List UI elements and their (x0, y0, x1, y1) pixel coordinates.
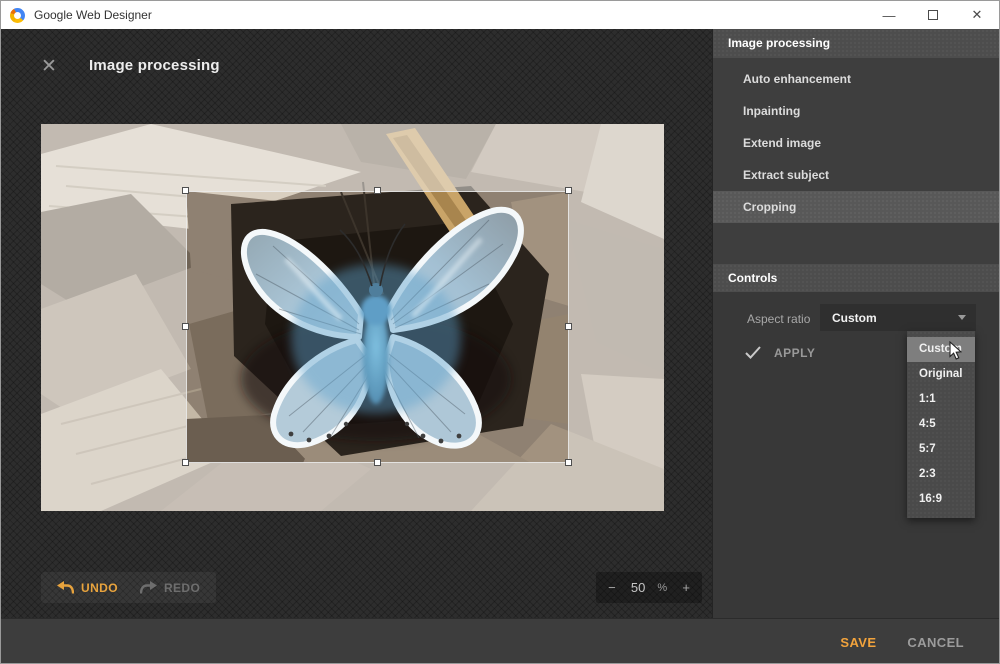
sidebar-item-extract-subject[interactable]: Extract subject (713, 159, 1000, 191)
app-logo-icon (10, 8, 25, 23)
editor-canvas: ✕ Image processing (1, 29, 712, 618)
dropdown-option-custom[interactable]: Custom (907, 337, 975, 362)
footer-bar: SAVE CANCEL (1, 618, 999, 664)
crop-handle-w[interactable] (182, 323, 189, 330)
minimize-icon[interactable]: — (867, 1, 911, 29)
zoom-out-button[interactable]: − (605, 580, 619, 595)
crop-handle-ne[interactable] (565, 187, 572, 194)
maximize-icon[interactable] (911, 1, 955, 29)
undo-label: UNDO (81, 581, 118, 595)
dropdown-option-16-9[interactable]: 16:9 (907, 487, 975, 512)
cancel-button[interactable]: CANCEL (907, 635, 964, 650)
crop-handle-se[interactable] (565, 459, 572, 466)
zoom-in-button[interactable]: + (679, 580, 693, 595)
undo-arrow-icon (57, 581, 74, 594)
aspect-ratio-value: Custom (832, 311, 958, 325)
sidebar-item-auto-enhancement[interactable]: Auto enhancement (713, 63, 1000, 95)
dropdown-option-5-7[interactable]: 5:7 (907, 437, 975, 462)
zoom-value: 50 (631, 580, 645, 595)
check-icon (745, 346, 761, 359)
dropdown-option-4-5[interactable]: 4:5 (907, 412, 975, 437)
crop-handle-e[interactable] (565, 323, 572, 330)
crop-overlay-left (41, 191, 186, 463)
redo-label: REDO (164, 581, 200, 595)
crop-overlay-bottom (41, 463, 664, 511)
title-bar: Google Web Designer — ✕ (1, 1, 999, 29)
zoom-control: − 50 % + (596, 572, 702, 603)
redo-arrow-icon (140, 581, 157, 594)
aspect-ratio-label: Aspect ratio (747, 306, 810, 333)
window-controls: — ✕ (867, 1, 999, 29)
window-title: Google Web Designer (34, 8, 152, 22)
photo-butterfly (41, 124, 664, 511)
panel-title: Image processing (89, 57, 220, 74)
chevron-down-icon (958, 315, 966, 320)
apply-label: APPLY (774, 346, 815, 360)
redo-button[interactable]: REDO (140, 581, 200, 595)
crop-handle-nw[interactable] (182, 187, 189, 194)
undo-button[interactable]: UNDO (57, 581, 118, 595)
controls-header: Controls (713, 264, 1000, 293)
sidebar-header: Image processing (713, 29, 1000, 58)
dropdown-option-1-1[interactable]: 1:1 (907, 387, 975, 412)
panel-close-icon[interactable]: ✕ (37, 55, 61, 79)
crop-rect[interactable] (186, 191, 569, 463)
undo-redo-bar: UNDO REDO (41, 572, 216, 603)
sidebar-item-extend-image[interactable]: Extend image (713, 127, 1000, 159)
zoom-percent-sign: % (657, 582, 667, 594)
close-icon[interactable]: ✕ (955, 1, 999, 29)
dropdown-option-original[interactable]: Original (907, 362, 975, 387)
apply-button[interactable]: APPLY (745, 339, 815, 366)
app-window: Google Web Designer — ✕ ✕ Image processi… (0, 0, 1000, 664)
aspect-ratio-dropdown[interactable]: Custom (820, 304, 976, 331)
sidebar-item-cropping[interactable]: Cropping (713, 191, 1000, 223)
dropdown-option-2-3[interactable]: 2:3 (907, 462, 975, 487)
crop-handle-s[interactable] (374, 459, 381, 466)
sidebar-items: Auto enhancement Inpainting Extend image… (713, 58, 1000, 223)
save-button[interactable]: SAVE (840, 635, 876, 650)
maximize-box-icon (928, 10, 938, 20)
crop-handle-n[interactable] (374, 187, 381, 194)
crop-overlay-right (569, 191, 664, 463)
aspect-ratio-popup: Custom Original 1:1 4:5 5:7 2:3 16:9 (907, 331, 975, 518)
crop-handle-sw[interactable] (182, 459, 189, 466)
sidebar: Image processing Auto enhancement Inpain… (712, 29, 1000, 618)
crop-overlay-top (41, 124, 664, 191)
sidebar-item-inpainting[interactable]: Inpainting (713, 95, 1000, 127)
